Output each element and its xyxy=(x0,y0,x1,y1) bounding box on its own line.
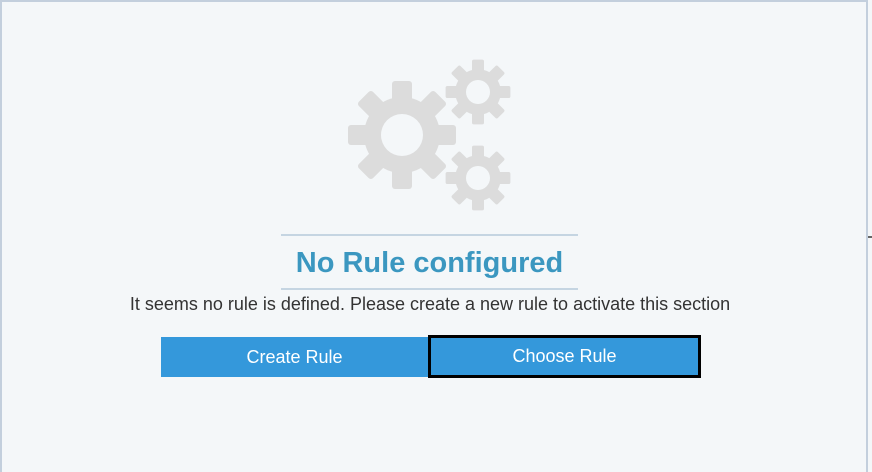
small-gear-bottom-icon xyxy=(445,145,511,211)
create-rule-button[interactable]: Create Rule xyxy=(161,337,428,377)
title-container: No Rule configured xyxy=(281,234,578,290)
gears-icon xyxy=(348,59,511,211)
large-gear-icon xyxy=(348,81,456,189)
window-edge-marker xyxy=(868,236,872,238)
small-gear-top-icon xyxy=(445,59,511,125)
empty-state-title: No Rule configured xyxy=(295,246,564,279)
empty-state-message: It seems no rule is defined. Please crea… xyxy=(129,294,731,314)
choose-rule-button[interactable]: Choose Rule xyxy=(428,335,701,378)
